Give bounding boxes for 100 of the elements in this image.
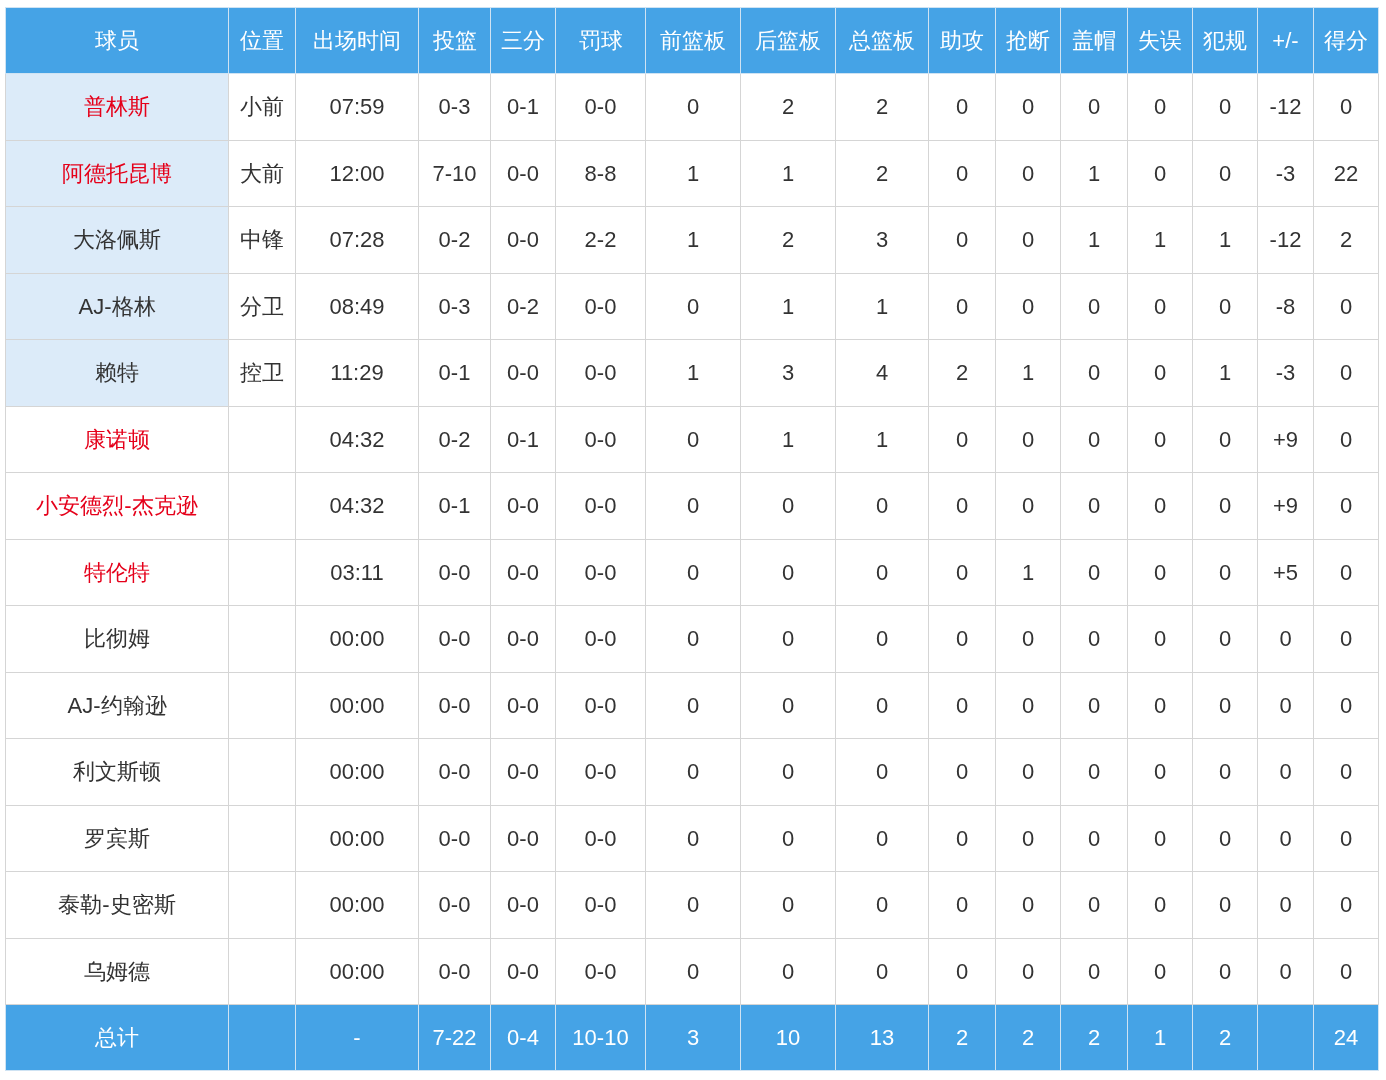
stat-cell: -8 <box>1257 273 1314 340</box>
player-name-cell: 阿德托昆博 <box>5 140 229 207</box>
stat-cell: 0-1 <box>418 472 491 539</box>
total-cell: 1 <box>1127 1004 1193 1071</box>
stat-cell: 0 <box>995 140 1061 207</box>
stat-cell: 0-0 <box>418 605 491 672</box>
stat-cell: 0 <box>995 406 1061 473</box>
column-header: +/- <box>1257 7 1314 74</box>
stat-cell: 0 <box>1192 805 1258 872</box>
stat-cell: -3 <box>1257 140 1314 207</box>
stat-cell: 2 <box>740 206 836 273</box>
stat-cell: 0 <box>1060 539 1128 606</box>
stat-cell: 1 <box>835 273 929 340</box>
total-cell: 13 <box>835 1004 929 1071</box>
stat-cell: 0-0 <box>555 539 646 606</box>
stat-cell: 0-0 <box>490 738 556 805</box>
stat-cell: 0 <box>1192 140 1258 207</box>
stat-cell: 0 <box>928 672 996 739</box>
stat-cell: 0 <box>1127 805 1193 872</box>
stat-cell: 0-0 <box>555 938 646 1005</box>
stat-cell: 0-0 <box>555 273 646 340</box>
stat-cell: 2 <box>928 339 996 406</box>
total-cell: 10 <box>740 1004 836 1071</box>
stat-cell: 0 <box>1127 738 1193 805</box>
stat-cell: 0 <box>928 206 996 273</box>
stat-cell: 0 <box>1257 938 1314 1005</box>
stat-cell: 04:32 <box>295 406 419 473</box>
stat-cell: 4 <box>835 339 929 406</box>
column-header: 抢断 <box>995 7 1061 74</box>
stat-cell: 0 <box>1192 472 1258 539</box>
column-header: 投篮 <box>418 7 491 74</box>
stat-cell: +9 <box>1257 472 1314 539</box>
stat-cell: 07:28 <box>295 206 419 273</box>
stat-cell: 0 <box>740 472 836 539</box>
stat-cell: 12:00 <box>295 140 419 207</box>
stat-cell: 0 <box>645 73 741 140</box>
stat-cell: 1 <box>1060 140 1128 207</box>
stat-cell: 0 <box>928 605 996 672</box>
stat-cell: +5 <box>1257 539 1314 606</box>
stat-cell: 0-0 <box>418 539 491 606</box>
stat-cell: 0 <box>835 605 929 672</box>
stat-cell: 0 <box>928 805 996 872</box>
stat-cell: 0-0 <box>555 672 646 739</box>
stat-cell: 0 <box>1060 339 1128 406</box>
position-cell: 中锋 <box>228 206 296 273</box>
stat-cell: 0 <box>1060 738 1128 805</box>
player-name-cell: 泰勒-史密斯 <box>5 871 229 938</box>
stat-cell: 1 <box>645 140 741 207</box>
stat-cell: 22 <box>1313 140 1379 207</box>
player-name-cell: 小安德烈-杰克逊 <box>5 472 229 539</box>
stat-cell: 0 <box>740 805 836 872</box>
stat-cell: +9 <box>1257 406 1314 473</box>
stat-cell: -3 <box>1257 339 1314 406</box>
stat-cell: 1 <box>740 406 836 473</box>
stat-cell: 0 <box>928 472 996 539</box>
stat-cell: 0 <box>1127 140 1193 207</box>
column-header: 位置 <box>228 7 296 74</box>
stat-cell: 0 <box>1060 605 1128 672</box>
stat-cell: 0 <box>1127 339 1193 406</box>
stat-cell: 1 <box>1060 206 1128 273</box>
stat-cell: 0 <box>1257 605 1314 672</box>
column-header: 后篮板 <box>740 7 836 74</box>
stat-cell: 0 <box>1313 672 1379 739</box>
stat-cell: 7-10 <box>418 140 491 207</box>
stat-cell: 0 <box>1127 472 1193 539</box>
stat-cell: 0 <box>928 73 996 140</box>
column-header: 总篮板 <box>835 7 929 74</box>
stat-cell: 0 <box>645 273 741 340</box>
stat-cell: 0 <box>645 605 741 672</box>
column-header: 三分 <box>490 7 556 74</box>
stat-cell: 0 <box>928 273 996 340</box>
stat-cell: 1 <box>995 539 1061 606</box>
stat-cell: 0 <box>1192 539 1258 606</box>
stat-cell: 0-0 <box>490 206 556 273</box>
stat-cell: 0 <box>1192 605 1258 672</box>
stat-cell: 0 <box>995 273 1061 340</box>
stat-cell: 0-0 <box>555 805 646 872</box>
total-cell: 3 <box>645 1004 741 1071</box>
stat-cell: 0 <box>995 805 1061 872</box>
stat-cell: 0 <box>1257 871 1314 938</box>
stat-cell: 04:32 <box>295 472 419 539</box>
stat-cell: 0 <box>1127 273 1193 340</box>
stat-cell: 0-0 <box>490 938 556 1005</box>
stat-cell: 0 <box>645 472 741 539</box>
stat-cell: 0 <box>995 73 1061 140</box>
stat-cell: 0-0 <box>490 605 556 672</box>
stat-cell: 00:00 <box>295 672 419 739</box>
stat-cell: 0 <box>835 472 929 539</box>
player-name-cell: 康诺顿 <box>5 406 229 473</box>
totals-label: 总计 <box>5 1004 229 1071</box>
stat-cell: 0 <box>1192 672 1258 739</box>
total-cell: 2 <box>995 1004 1061 1071</box>
stat-cell: 3 <box>835 206 929 273</box>
stat-cell: 0-0 <box>418 738 491 805</box>
stat-cell: 1 <box>645 206 741 273</box>
stat-cell: 0 <box>835 738 929 805</box>
stat-cell: 1 <box>1192 339 1258 406</box>
stat-cell: 0 <box>740 539 836 606</box>
total-cell: 7-22 <box>418 1004 491 1071</box>
stat-cell: 2-2 <box>555 206 646 273</box>
